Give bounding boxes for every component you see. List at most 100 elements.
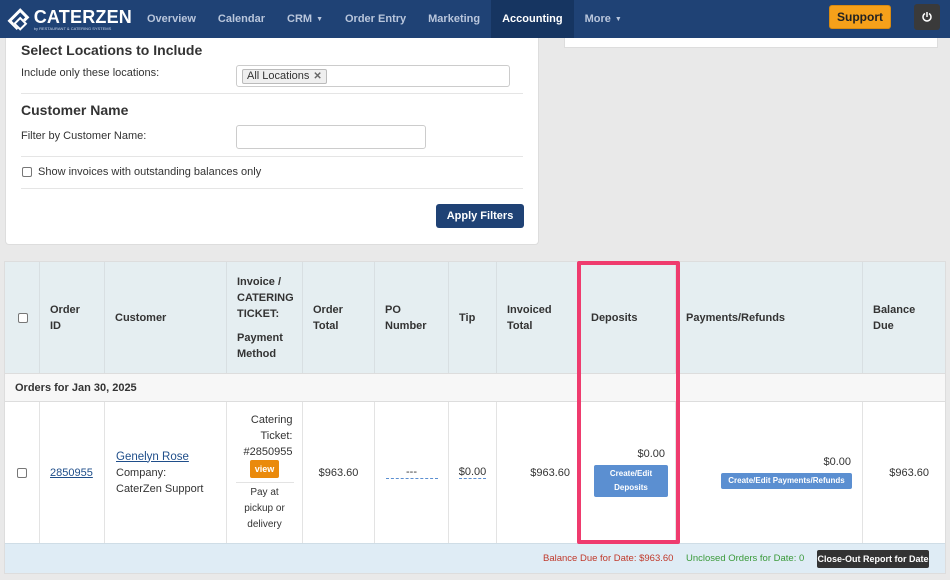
balance-due-value: $963.60 — [889, 466, 929, 479]
invoice-cell: Catering Ticket: #2850955 view Pay at pi… — [227, 402, 303, 543]
outstanding-filter[interactable]: Show invoices with outstanding balances … — [22, 166, 261, 178]
order-total-cell: $963.60 — [303, 402, 375, 543]
catering-ticket-text: Catering Ticket: #2850955 — [243, 414, 293, 458]
customer-name-title: Customer Name — [21, 102, 129, 118]
balance-due-summary: Balance Due for Date: $963.60 — [543, 553, 674, 564]
header-balance-due[interactable]: Balance Due — [863, 262, 945, 373]
invoiced-total-value: $963.60 — [530, 466, 570, 479]
divider — [21, 93, 523, 94]
po-number-editable[interactable]: --- — [385, 466, 438, 479]
order-id-link[interactable]: 2850955 — [50, 467, 93, 479]
outstanding-checkbox[interactable] — [22, 167, 32, 177]
date-group-row: Orders for Jan 30, 2025 — [5, 373, 945, 402]
header-po-number-label: PO Number — [385, 303, 427, 332]
locations-select[interactable]: All Locations ✕ — [236, 65, 510, 87]
support-button[interactable]: Support — [829, 5, 891, 29]
logo-wordmark: CATERZEN — [33, 6, 132, 27]
create-edit-payments-button[interactable]: Create/Edit Payments/Refunds — [721, 473, 852, 489]
header-payments-label: Payments/Refunds — [686, 311, 786, 324]
row-checkbox[interactable] — [17, 467, 27, 478]
locations-label: Include only these locations: — [21, 67, 160, 79]
divider — [21, 188, 523, 189]
payment-method-text: Pay at pickup or delivery — [244, 487, 285, 530]
tip-editable[interactable]: $0.00 — [458, 466, 487, 479]
date-summary-footer: Balance Due for Date: $963.60 Unclosed O… — [5, 543, 945, 573]
header-invoice-label: Invoice / CATERING TICKET: — [237, 275, 294, 320]
deposits-amount: $0.00 — [637, 448, 665, 460]
header-customer[interactable]: Customer — [105, 262, 227, 373]
caret-down-icon: ▼ — [316, 15, 323, 23]
outstanding-label: Show invoices with outstanding balances … — [38, 166, 262, 178]
nav-item-label: Calendar — [217, 13, 265, 25]
nav-item-more[interactable]: More ▼ — [574, 0, 633, 38]
customer-name-label: Filter by Customer Name: — [21, 130, 147, 142]
nav-item-crm[interactable]: CRM ▼ — [276, 0, 334, 38]
date-group-label: Orders for Jan 30, 2025 — [15, 381, 137, 394]
tip-cell: $0.00 — [449, 402, 497, 543]
nav-item-order-entry[interactable]: Order Entry — [334, 0, 417, 38]
header-order-total[interactable]: Order Total — [303, 262, 375, 373]
nav-item-label: CRM — [287, 13, 313, 25]
order-id-cell: 2850955 — [40, 402, 105, 543]
order-total-value: $963.60 — [318, 466, 359, 479]
customer-cell: Genelyn Rose Company: CaterZen Support — [105, 402, 227, 543]
header-order-id[interactable]: Order ID — [40, 262, 105, 373]
location-tag-label: All Locations — [247, 70, 310, 82]
header-payment-method-label: Payment Method — [237, 331, 283, 360]
payments-cell: $0.00 Create/Edit Payments/Refunds — [676, 402, 863, 543]
header-invoiced-total-label: Invoiced Total — [507, 303, 552, 332]
nav-item-calendar[interactable]: Calendar — [207, 0, 276, 38]
locations-title: Select Locations to Include — [21, 42, 203, 58]
row-select-cell — [5, 402, 40, 543]
unclosed-orders-summary: Unclosed Orders for Date: 0 — [686, 553, 805, 564]
nav-item-marketing[interactable]: Marketing — [417, 0, 491, 38]
payments-amount: $0.00 — [823, 456, 851, 468]
logo-tagline: by RESTAURANT & CATERING SYSTEMS — [33, 25, 112, 31]
header-tip-label: Tip — [459, 311, 476, 324]
apply-filters-button[interactable]: Apply Filters — [436, 204, 524, 228]
location-tag: All Locations ✕ — [242, 68, 327, 84]
customer-name-link[interactable]: Genelyn Rose — [116, 449, 226, 465]
remove-tag-icon[interactable]: ✕ — [313, 71, 321, 82]
main-nav: Overview Calendar CRM ▼ Order Entry Marketing… — [136, 0, 633, 38]
logo-mark-icon — [7, 8, 30, 30]
header-deposits-label: Deposits — [591, 311, 638, 324]
power-icon — [922, 12, 932, 22]
nav-item-label: More — [584, 13, 611, 25]
header-deposits: Deposits — [579, 262, 676, 373]
side-panel — [564, 38, 938, 48]
nav-item-label: Overview — [147, 13, 196, 25]
header-invoiced-total[interactable]: Invoiced Total — [497, 262, 579, 373]
deposits-cell: $0.00 Create/Edit Deposits — [579, 402, 676, 543]
customer-name-input[interactable] — [236, 125, 426, 149]
balance-due-cell: $963.60 — [863, 402, 945, 543]
po-number-cell: --- — [375, 402, 449, 543]
divider — [21, 156, 523, 157]
top-navbar: CATERZEN by RESTAURANT & CATERING SYSTEM… — [0, 0, 950, 38]
invoiced-total-cell: $963.60 — [497, 402, 579, 543]
filter-panel: Select Locations to Include Include only… — [5, 38, 539, 245]
header-order-total-label: Order Total — [313, 303, 343, 332]
header-order-id-label: Order ID — [50, 303, 80, 332]
divider — [235, 482, 294, 483]
view-ticket-button[interactable]: view — [249, 460, 280, 478]
nav-item-overview[interactable]: Overview — [136, 0, 207, 38]
create-edit-deposits-button[interactable]: Create/Edit Deposits — [594, 465, 668, 497]
caterzen-logo[interactable]: CATERZEN by RESTAURANT & CATERING SYSTEM… — [7, 0, 132, 38]
header-payments-refunds: Payments/Refunds — [676, 262, 863, 373]
nav-item-label: Marketing — [428, 13, 481, 25]
nav-item-accounting[interactable]: Accounting — [491, 0, 574, 38]
select-all-checkbox[interactable] — [18, 312, 28, 323]
customer-company: Company: CaterZen Support — [116, 466, 204, 495]
header-po-number[interactable]: PO Number — [375, 262, 449, 373]
nav-item-label: Order Entry — [345, 13, 407, 25]
close-out-report-button[interactable]: Close-Out Report for Date — [817, 550, 929, 568]
header-balance-due-label: Balance Due — [873, 303, 916, 332]
header-invoice: Invoice / CATERING TICKET: Payment Metho… — [227, 262, 303, 373]
select-all-header — [5, 262, 40, 373]
nav-item-label: Accounting — [502, 13, 563, 25]
orders-table: Order ID Customer Invoice / CATERING TIC… — [4, 261, 946, 574]
caret-down-icon: ▼ — [614, 15, 622, 23]
header-tip[interactable]: Tip — [449, 262, 497, 373]
power-button[interactable] — [914, 4, 940, 30]
